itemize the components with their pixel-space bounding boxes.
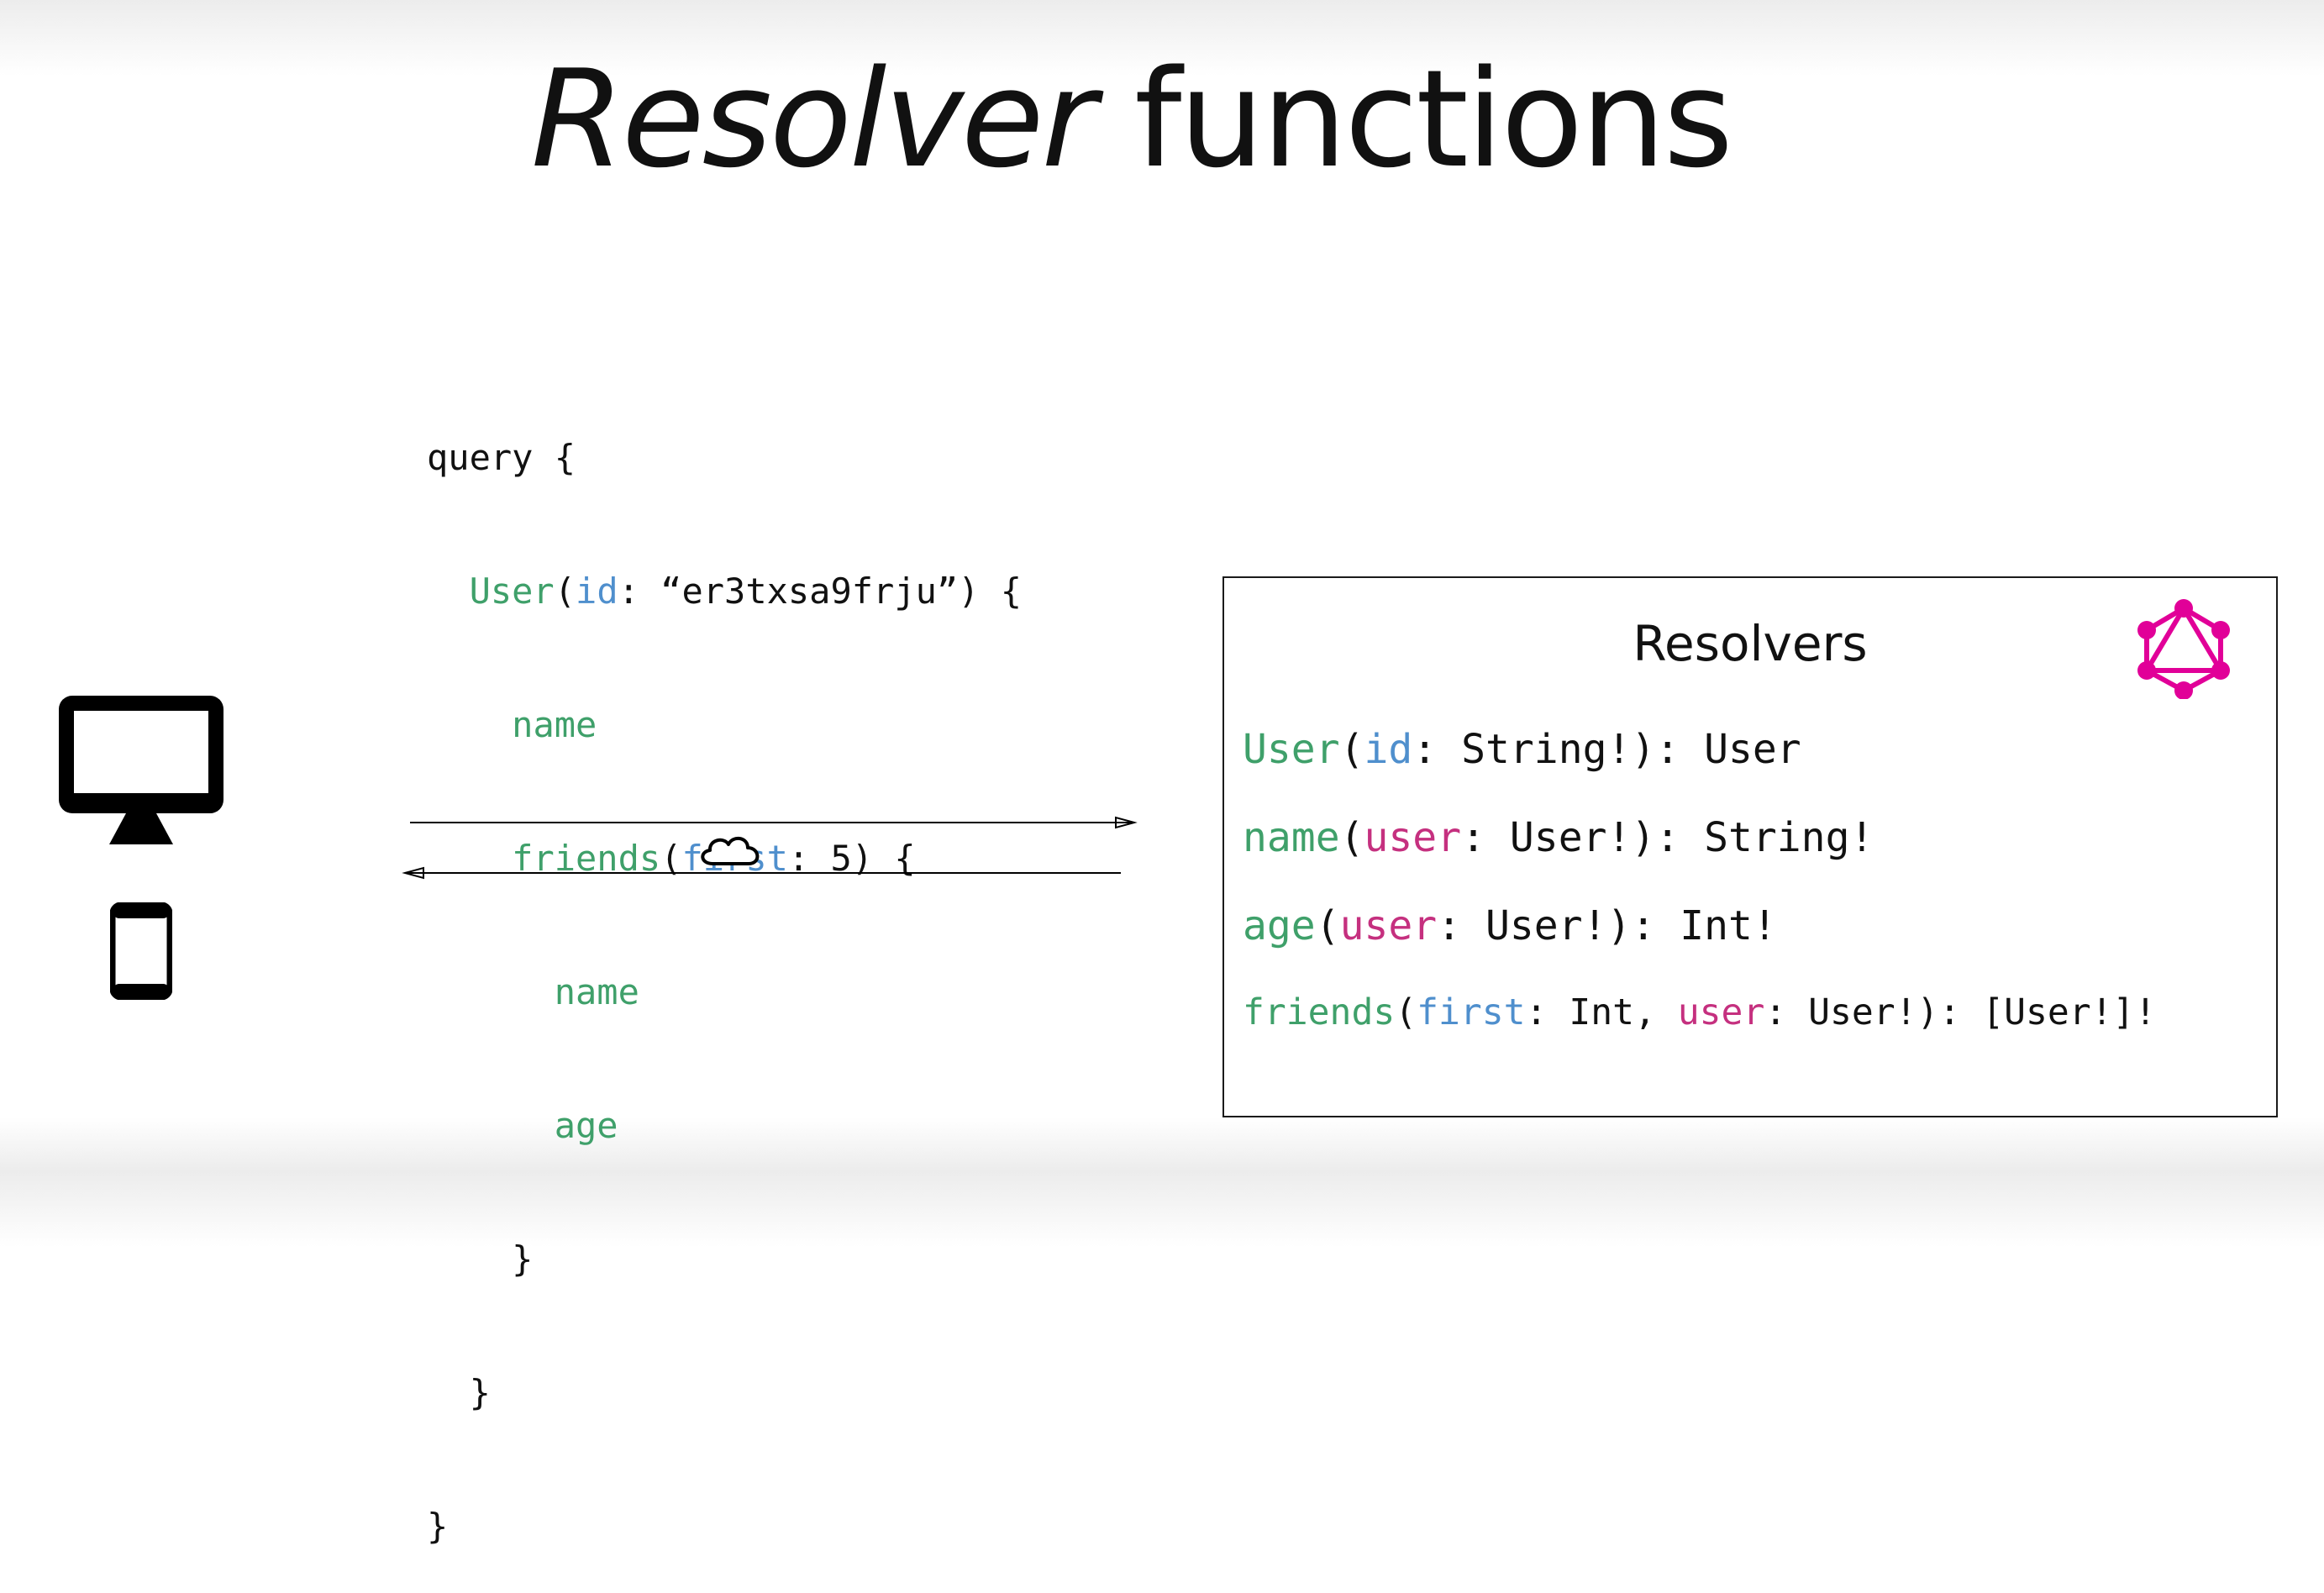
resolver-arg: first	[1417, 991, 1526, 1033]
query-field-friend-name: name	[554, 971, 639, 1012]
query-keyword: query {	[427, 437, 576, 478]
graphql-logo-icon	[2137, 599, 2230, 699]
query-arg-id: id	[576, 570, 618, 612]
query-line-9: }	[427, 1504, 1022, 1548]
resolver-name: name	[1243, 814, 1340, 861]
resolver-type: : String!): User	[1412, 726, 1801, 773]
query-line-5: name	[427, 970, 1022, 1014]
paren: (	[1395, 991, 1417, 1033]
resolver-arg: id	[1364, 726, 1413, 773]
query-code-block: query { User(id: “er3txsa9frju”) { name …	[427, 346, 1022, 1593]
resolver-arg: user	[1339, 902, 1438, 949]
resolvers-panel: Resolvers User(id: String!): User name(u…	[1222, 576, 2278, 1117]
query-line-6: age	[427, 1103, 1022, 1148]
request-response-arrows	[402, 816, 1138, 880]
resolver-arg: user	[1364, 814, 1462, 861]
resolver-signature-name: name(user: User!): String!	[1243, 818, 1874, 858]
resolver-signature-age: age(user: User!): Int!	[1243, 906, 1777, 946]
query-line-1: query {	[427, 435, 1022, 480]
title-emphasis: Resolver	[531, 40, 1096, 197]
query-line-7: }	[427, 1237, 1022, 1281]
closing-brace: }	[427, 1372, 491, 1413]
query-line-8: }	[427, 1370, 1022, 1415]
query-field-name: name	[512, 704, 597, 745]
resolver-signature-friends: friends(first: Int, user: User!): [User!…	[1243, 995, 2156, 1031]
paren: (	[1339, 814, 1364, 861]
title-rest: functions	[1094, 40, 1733, 197]
resolver-type: : Int,	[1525, 991, 1678, 1033]
query-line-3: name	[427, 702, 1022, 747]
resolver-type: : User!): [User!]!	[1764, 991, 2157, 1033]
arrow-right-icon	[410, 816, 1138, 829]
resolver-type: : User!): Int!	[1437, 902, 1777, 949]
resolver-name: friends	[1243, 991, 1396, 1033]
query-arg-value: : “er3txsa9frju”) {	[618, 570, 1023, 612]
paren: (	[554, 570, 576, 612]
desktop-monitor-icon	[59, 696, 223, 844]
query-line-2: User(id: “er3txsa9frju”) {	[427, 569, 1022, 613]
mobile-phone-icon	[110, 902, 172, 1000]
paren: (	[1339, 726, 1364, 773]
query-field-user: User	[469, 570, 555, 612]
page-title: Resolver functions	[531, 52, 1733, 187]
resolvers-title: Resolvers	[1633, 615, 1868, 672]
arrow-left-icon	[402, 866, 1121, 880]
resolver-type: : User!): String!	[1461, 814, 1874, 861]
resolver-name: User	[1243, 726, 1340, 773]
paren: (	[1315, 902, 1340, 949]
cloud-icon	[701, 837, 760, 865]
query-field-friend-age: age	[554, 1105, 618, 1146]
resolver-signature-user: User(id: String!): User	[1243, 729, 1801, 770]
closing-brace: }	[427, 1238, 534, 1280]
resolver-arg: user	[1677, 991, 1765, 1033]
resolver-name: age	[1243, 902, 1316, 949]
closing-brace: }	[427, 1506, 449, 1547]
